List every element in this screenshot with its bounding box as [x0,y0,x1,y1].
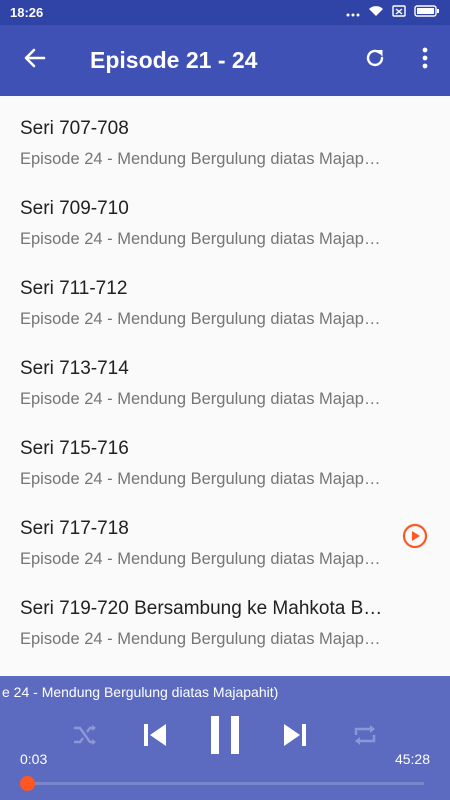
now-playing-title: e 24 - Mendung Bergulung diatas Majapahi… [2,684,279,700]
skip-next-icon [282,722,308,753]
play-circle-icon[interactable] [402,523,428,554]
item-subtitle: Episode 24 - Mendung Bergulung diatas Ma… [20,310,385,328]
item-subtitle: Episode 24 - Mendung Bergulung diatas Ma… [20,630,385,648]
battery-icon [414,5,440,20]
list-item[interactable]: Seri 715-716 Episode 24 - Mendung Bergul… [0,416,450,496]
shuffle-icon [72,724,98,751]
repeat-icon [352,723,378,752]
item-title: Seri 713-714 [20,358,129,379]
back-button[interactable] [0,25,70,96]
app-bar: Episode 21 - 24 [0,25,450,96]
more-vert-icon [422,47,428,74]
elapsed-time: 0:03 [20,751,48,767]
item-title: Seri 717-718 [20,518,129,539]
list-item[interactable]: Seri 719-720 Bersambung ke Mahkota Berlu… [0,576,450,656]
item-title: Seri 719-720 Bersambung ke Mahkota Berlu… [20,598,385,619]
refresh-button[interactable] [350,25,400,96]
media-player: e 24 - Mendung Bergulung diatas Majapahi… [0,676,450,800]
seek-bar[interactable] [20,776,424,791]
item-subtitle: Episode 24 - Mendung Bergulung diatas Ma… [20,390,385,408]
status-bar: 18:26 [0,0,450,25]
total-time: 45:28 [394,751,430,767]
pause-button[interactable] [205,714,245,760]
seek-thumb[interactable] [20,776,36,791]
list-item[interactable]: Seri 707-708 Episode 24 - Mendung Bergul… [0,96,450,176]
item-title: Seri 715-716 [20,438,129,459]
item-title: Seri 711-712 [20,278,128,299]
more-dots-icon [346,5,360,20]
status-time: 18:26 [10,5,44,20]
repeat-button[interactable] [348,714,382,760]
item-subtitle: Episode 24 - Mendung Bergulung diatas Ma… [20,150,385,168]
item-title: Seri 709-710 [20,198,129,219]
item-subtitle: Episode 24 - Mendung Bergulung diatas Ma… [20,230,385,248]
previous-button[interactable] [138,714,172,760]
list-item[interactable]: Seri 711-712 Episode 24 - Mendung Bergul… [0,256,450,336]
wifi-icon [368,5,384,20]
arrow-back-icon [24,47,46,74]
item-subtitle: Episode 24 - Mendung Bergulung diatas Ma… [20,550,385,568]
skip-previous-icon [142,722,168,753]
list-item[interactable]: Seri 713-714 Episode 24 - Mendung Bergul… [0,336,450,416]
no-sim-icon [392,5,406,20]
next-button[interactable] [278,714,312,760]
status-icons [346,5,440,20]
list-item[interactable]: Seri 709-710 Episode 24 - Mendung Bergul… [0,176,450,256]
overflow-menu-button[interactable] [400,25,450,96]
pause-icon [208,715,242,760]
page-title: Episode 21 - 24 [90,47,258,73]
episode-list: Seri 707-708 Episode 24 - Mendung Bergul… [0,96,450,676]
refresh-icon [363,46,387,75]
item-title: Seri 707-708 [20,118,129,139]
list-item[interactable]: Seri 717-718 Episode 24 - Mendung Bergul… [0,496,450,576]
shuffle-button[interactable] [68,714,102,760]
item-subtitle: Episode 24 - Mendung Bergulung diatas Ma… [20,470,385,488]
